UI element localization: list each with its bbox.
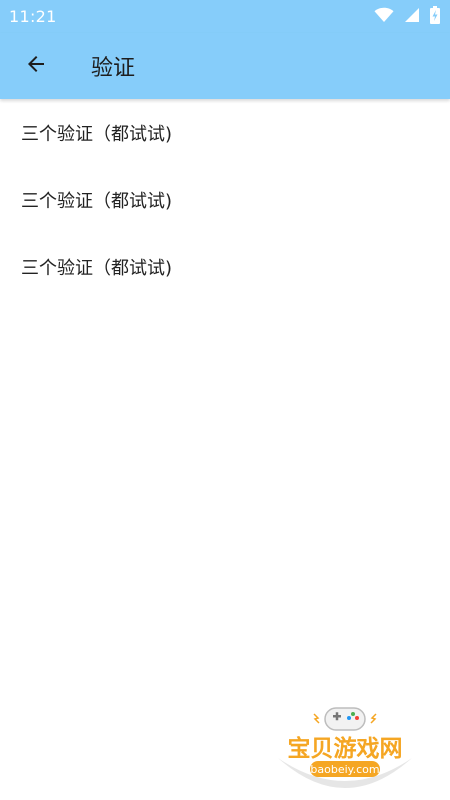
status-icons <box>374 5 440 28</box>
app-bar: 验证 <box>0 33 450 99</box>
list-item[interactable]: 三个验证（都试试) <box>0 166 450 233</box>
watermark-logo: 宝贝游戏网 baobeiy.com <box>270 700 420 800</box>
gamepad-icon <box>313 707 377 731</box>
wifi-icon <box>374 7 394 27</box>
back-button[interactable] <box>8 38 64 94</box>
list-item-label: 三个验证（都试试) <box>21 190 173 212</box>
list-item[interactable]: 三个验证（都试试) <box>0 233 450 300</box>
list-item-label: 三个验证（都试试) <box>21 123 173 145</box>
status-time: 11:21 <box>9 7 57 26</box>
watermark-brand: 宝贝游戏网 <box>288 735 403 762</box>
cellular-signal-icon <box>404 7 420 27</box>
page-title: 验证 <box>91 56 136 81</box>
list-item-label: 三个验证（都试试) <box>21 257 173 279</box>
list-item[interactable]: 三个验证（都试试) <box>0 99 450 166</box>
verification-list: 三个验证（都试试) 三个验证（都试试) 三个验证（都试试) <box>0 99 450 300</box>
screen: 11:21 验证 三个验证（都试试) 三个验证（都试试) 三个验证（都试试) 宝… <box>0 0 450 800</box>
arrow-left-icon <box>24 52 48 80</box>
battery-charging-icon <box>430 5 440 28</box>
watermark-domain: baobeiy.com <box>310 763 379 776</box>
status-bar: 11:21 <box>0 0 450 33</box>
